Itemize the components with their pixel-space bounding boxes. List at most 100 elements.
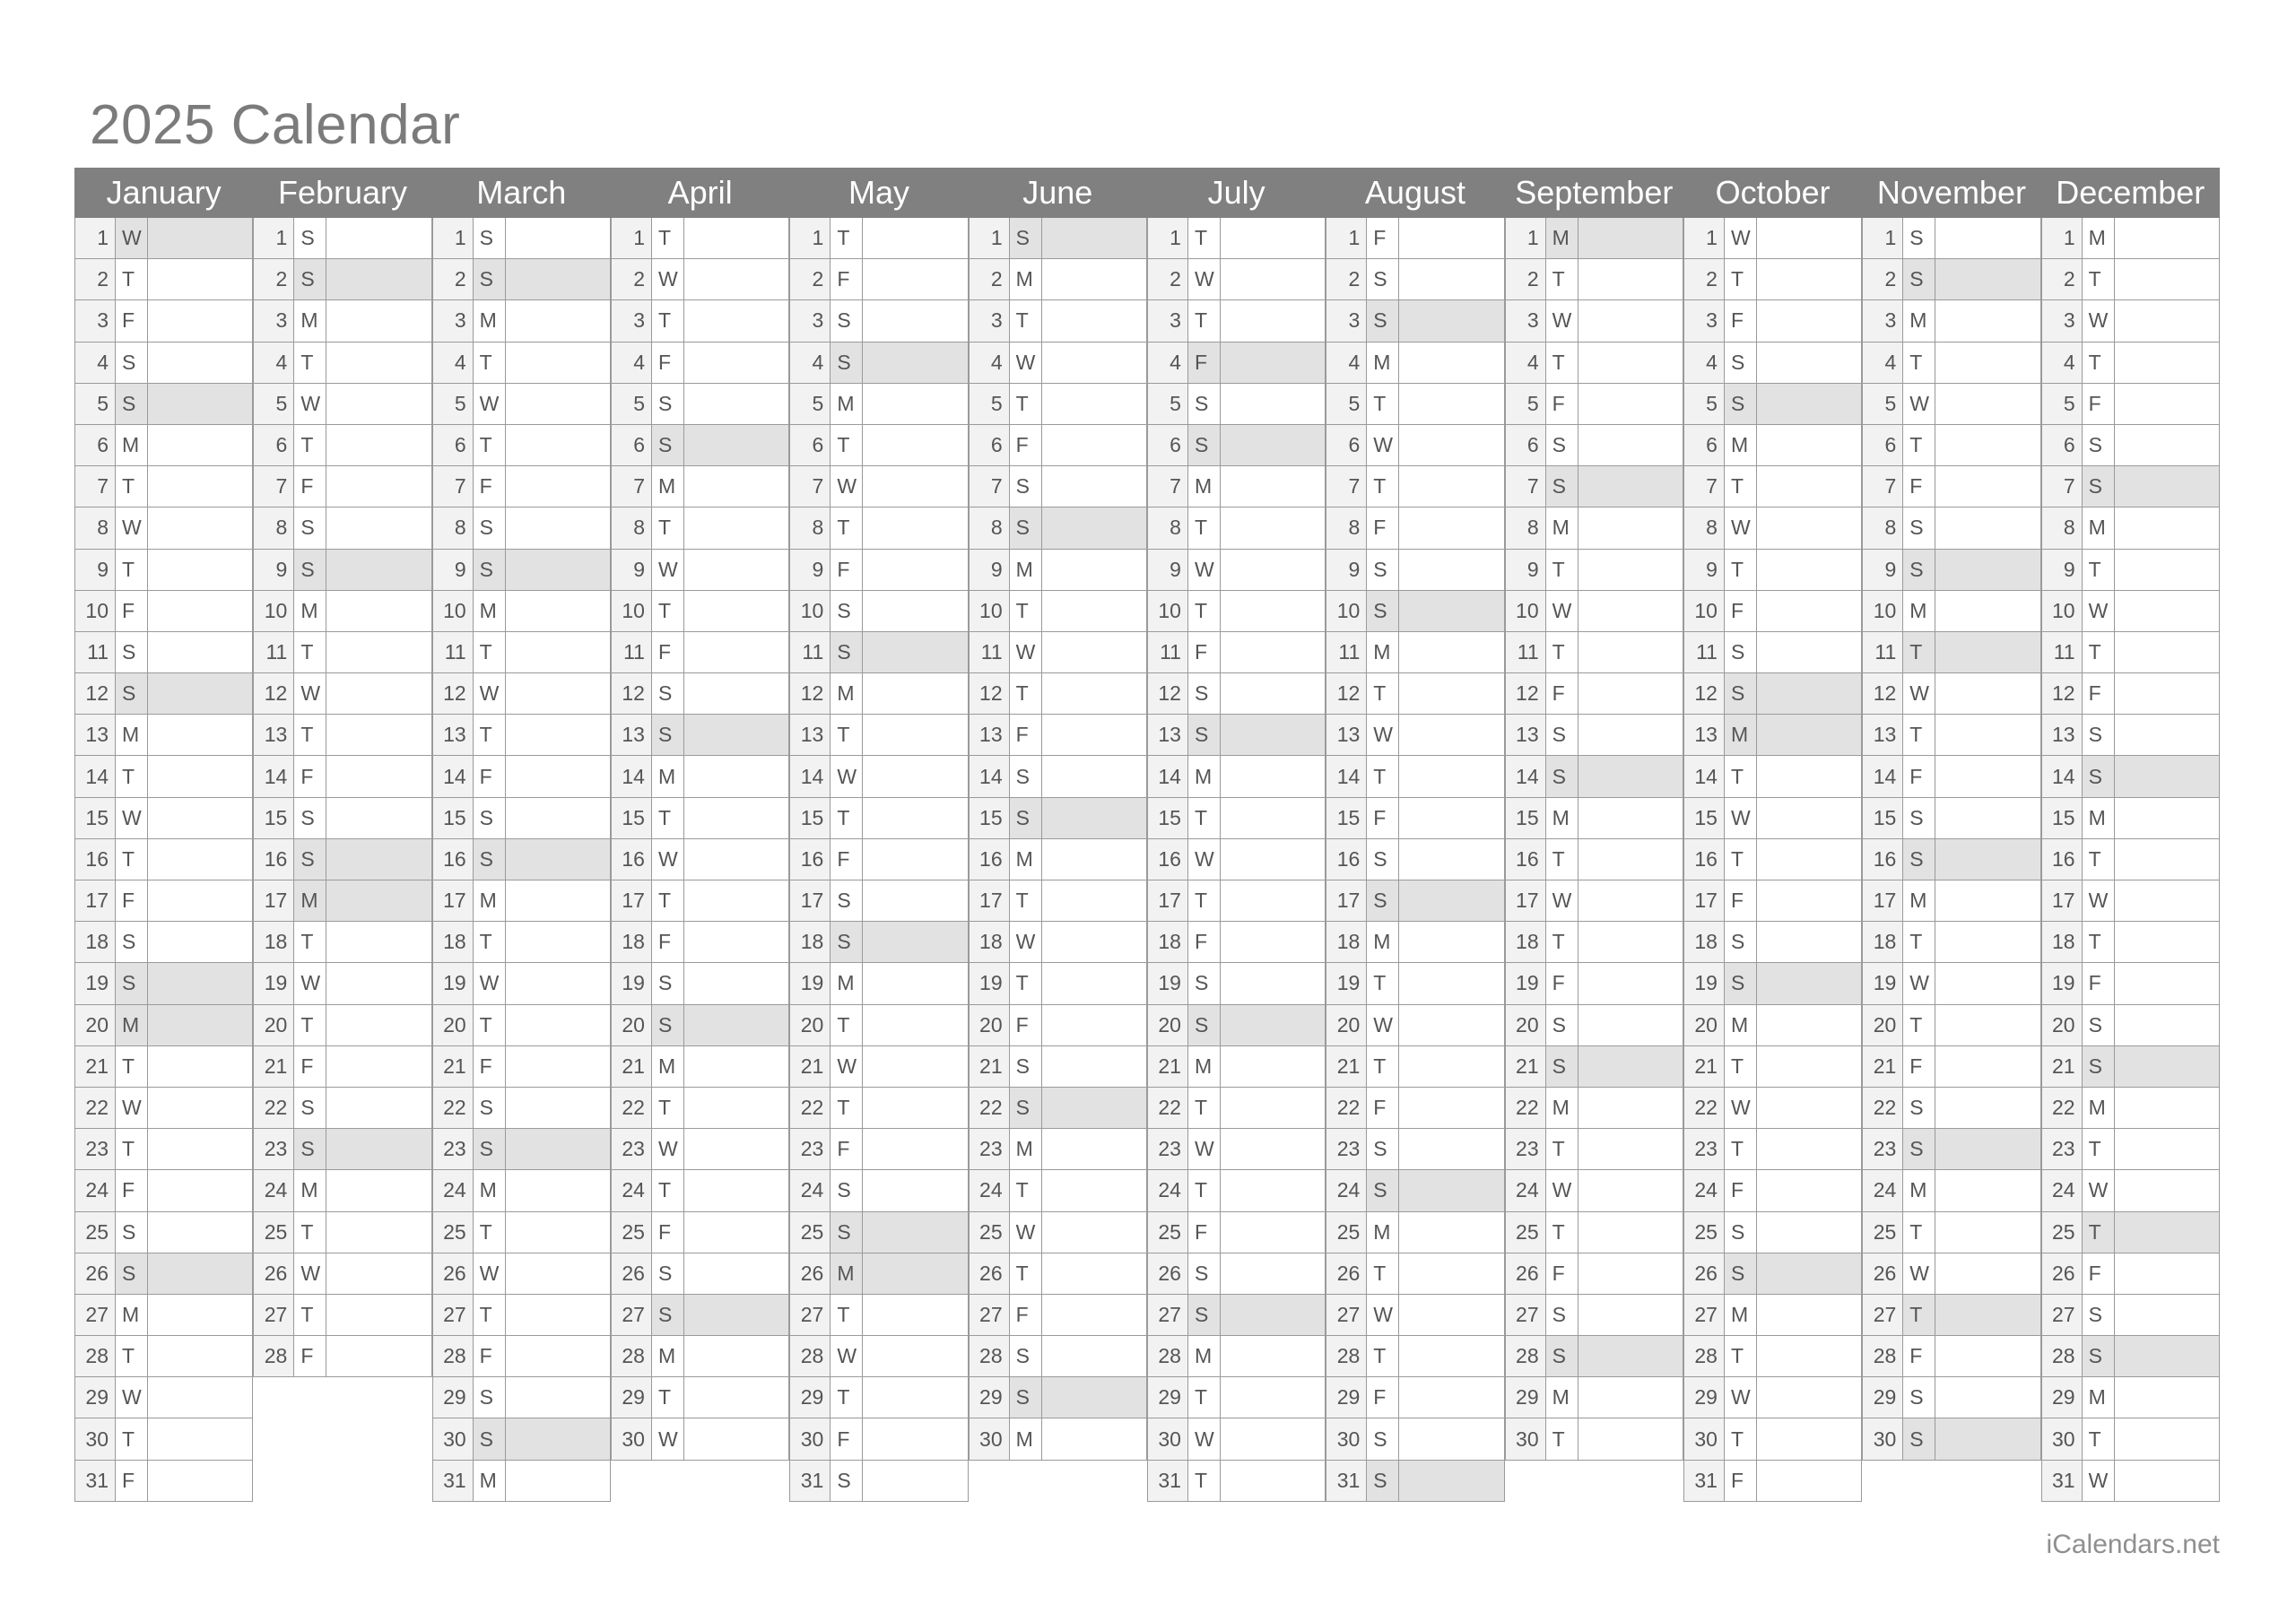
note-field[interactable]: [2114, 922, 2220, 964]
note-field[interactable]: [1041, 1004, 1147, 1046]
note-field[interactable]: [148, 631, 254, 674]
note-field[interactable]: [326, 507, 432, 550]
note-field[interactable]: [1220, 631, 1326, 674]
note-field[interactable]: [326, 383, 432, 425]
note-field[interactable]: [2114, 1211, 2220, 1253]
note-field[interactable]: [1756, 383, 1863, 425]
day-row[interactable]: 1S: [1862, 218, 2041, 260]
day-row[interactable]: 1S: [431, 218, 611, 260]
day-row[interactable]: 13 T: [431, 715, 611, 757]
day-row[interactable]: 1M: [1504, 218, 1683, 260]
day-row[interactable]: 17 M: [431, 880, 611, 923]
note-field[interactable]: [505, 1211, 611, 1253]
note-field[interactable]: [1399, 507, 1505, 550]
day-row[interactable]: 2W: [610, 259, 790, 301]
day-row[interactable]: 16 T: [1683, 838, 1863, 880]
note-field[interactable]: [683, 797, 790, 839]
note-field[interactable]: [326, 963, 432, 1005]
note-field[interactable]: [1041, 1253, 1147, 1295]
day-row[interactable]: 18 T: [1862, 922, 2041, 964]
note-field[interactable]: [1756, 300, 1863, 343]
day-row[interactable]: 1M: [2040, 218, 2220, 260]
day-row[interactable]: 15 F: [1326, 797, 1505, 839]
note-field[interactable]: [1578, 1045, 1683, 1088]
day-row[interactable]: 14 T: [1683, 756, 1863, 798]
day-row[interactable]: 1S: [253, 218, 432, 260]
note-field[interactable]: [1935, 300, 2041, 343]
day-row[interactable]: 22 M: [2040, 1087, 2220, 1130]
day-row[interactable]: 14 M: [610, 756, 790, 798]
note-field[interactable]: [148, 383, 254, 425]
day-row[interactable]: 5W: [253, 383, 432, 425]
day-row[interactable]: 11 S: [1683, 631, 1863, 674]
note-field[interactable]: [1399, 218, 1505, 260]
note-field[interactable]: [326, 424, 432, 467]
note-field[interactable]: [683, 756, 790, 798]
note-field[interactable]: [1578, 1418, 1683, 1461]
note-field[interactable]: [863, 880, 969, 923]
day-row[interactable]: 18 S: [789, 922, 969, 964]
note-field[interactable]: [326, 1461, 431, 1502]
day-row[interactable]: 2S: [253, 259, 432, 301]
note-field[interactable]: [683, 383, 790, 425]
day-row[interactable]: 2S: [431, 259, 611, 301]
day-row[interactable]: 11 S: [789, 631, 969, 674]
day-row[interactable]: 25 F: [1146, 1211, 1326, 1253]
note-field[interactable]: [1399, 342, 1505, 384]
day-row[interactable]: 19 F: [2040, 963, 2220, 1005]
note-field[interactable]: [1756, 1129, 1863, 1171]
day-row[interactable]: 13 S: [610, 715, 790, 757]
note-field[interactable]: [1578, 922, 1683, 964]
note-field[interactable]: [1935, 1253, 2041, 1295]
day-row[interactable]: 26 F: [1504, 1253, 1683, 1295]
month-header-august[interactable]: August: [1326, 168, 1505, 218]
day-row[interactable]: 15 M: [1504, 797, 1683, 839]
note-field[interactable]: [1756, 1253, 1863, 1295]
note-field[interactable]: [1756, 1045, 1863, 1088]
day-row[interactable]: 23 T: [74, 1129, 254, 1171]
day-row[interactable]: 4T: [253, 342, 432, 384]
note-field[interactable]: [148, 1460, 254, 1502]
day-row[interactable]: 25 S: [789, 1211, 969, 1253]
note-field[interactable]: [2114, 880, 2220, 923]
day-row[interactable]: 24 M: [431, 1170, 611, 1212]
note-field[interactable]: [1220, 1087, 1326, 1130]
note-field[interactable]: [1935, 1418, 2041, 1461]
note-field[interactable]: [863, 342, 969, 384]
note-field[interactable]: [148, 259, 254, 301]
day-row[interactable]: 29 T: [1146, 1377, 1326, 1419]
day-row[interactable]: 30 T: [1683, 1418, 1863, 1461]
note-field[interactable]: [148, 838, 254, 880]
note-field[interactable]: [1578, 838, 1683, 880]
day-row[interactable]: 26 T: [1326, 1253, 1505, 1295]
note-field[interactable]: [1399, 1087, 1505, 1130]
note-field[interactable]: [1041, 300, 1147, 343]
note-field[interactable]: [863, 590, 969, 632]
day-row[interactable]: 27 T: [789, 1294, 969, 1337]
day-row[interactable]: 25 T: [2040, 1211, 2220, 1253]
day-row[interactable]: 14 T: [1326, 756, 1505, 798]
note-field[interactable]: [1041, 922, 1147, 964]
day-row[interactable]: 10 M: [1862, 590, 2041, 632]
day-row[interactable]: 7F: [431, 466, 611, 508]
day-row[interactable]: 28 S: [968, 1336, 1147, 1378]
note-field[interactable]: [683, 1377, 790, 1419]
note-field[interactable]: [148, 507, 254, 550]
day-row[interactable]: 22 W: [74, 1087, 254, 1130]
day-row[interactable]: 28 S: [2040, 1336, 2220, 1378]
day-row[interactable]: 26 T: [968, 1253, 1147, 1295]
day-row[interactable]: 22 W: [1683, 1087, 1863, 1130]
day-row[interactable]: 1W: [1683, 218, 1863, 260]
note-field[interactable]: [1220, 880, 1326, 923]
day-row[interactable]: 4M: [1326, 342, 1505, 384]
month-header-june[interactable]: June: [968, 168, 1147, 218]
note-field[interactable]: [683, 673, 790, 716]
day-row[interactable]: 25 S: [1683, 1211, 1863, 1253]
note-field[interactable]: [148, 797, 254, 839]
day-row[interactable]: 27 M: [74, 1294, 254, 1337]
day-row[interactable]: 5W: [1862, 383, 2041, 425]
day-row[interactable]: 30 W: [610, 1418, 790, 1461]
note-field[interactable]: [1935, 342, 2041, 384]
day-row[interactable]: 6T: [431, 424, 611, 467]
day-row[interactable]: 10 W: [2040, 590, 2220, 632]
